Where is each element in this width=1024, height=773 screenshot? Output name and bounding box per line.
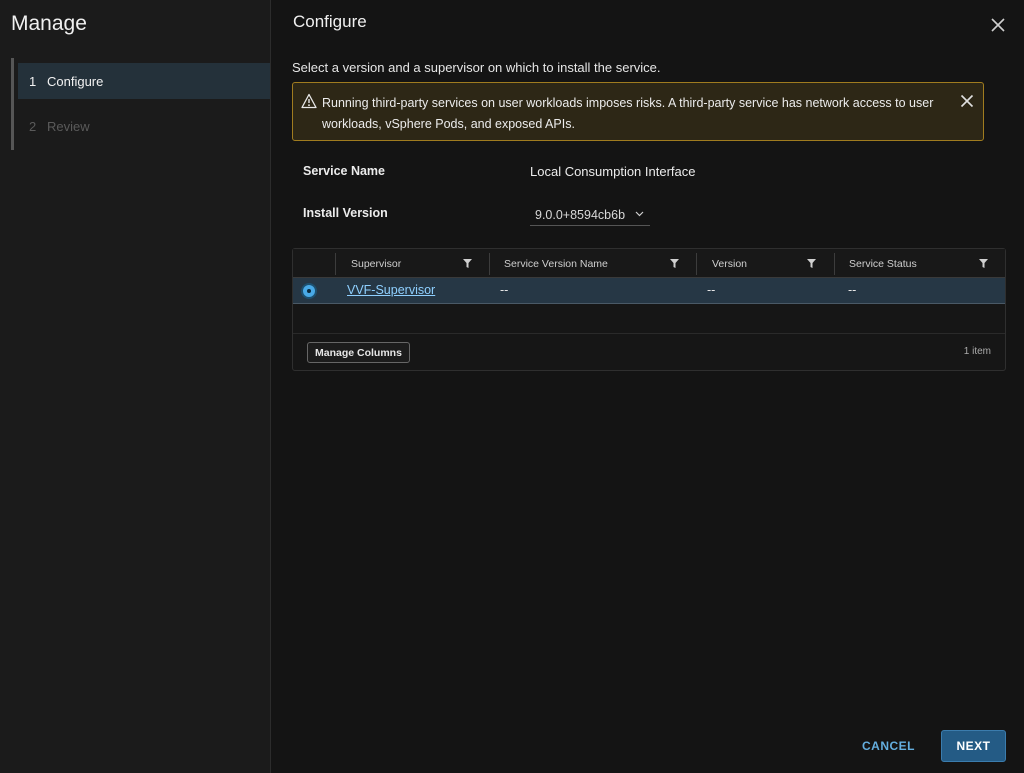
- filter-icon[interactable]: [670, 259, 679, 268]
- column-header-supervisor[interactable]: Supervisor: [351, 249, 401, 278]
- grid-header: Supervisor Service Version Name Version …: [293, 249, 1005, 278]
- cancel-button[interactable]: CANCEL: [862, 733, 915, 759]
- warning-alert: Running third-party services on user wor…: [292, 82, 984, 141]
- manage-columns-button[interactable]: Manage Columns: [307, 342, 410, 363]
- install-version-label: Install Version: [303, 206, 388, 220]
- wizard-main: Configure Select a version and a supervi…: [271, 0, 1024, 773]
- table-row[interactable]: VVF-Supervisor -- -- --: [293, 278, 1005, 304]
- step-number: 1: [29, 73, 37, 89]
- step-label: Configure: [47, 73, 104, 89]
- item-count: 1 item: [963, 346, 991, 357]
- next-button[interactable]: NEXT: [941, 730, 1006, 762]
- wizard-steps: 1 Configure 2 Review: [11, 58, 271, 150]
- step-number: 2: [29, 118, 37, 134]
- alert-close-icon[interactable]: [960, 94, 974, 108]
- page-title: Configure: [293, 12, 367, 31]
- service-name-label: Service Name: [303, 164, 386, 178]
- wizard-sidebar: Manage 1 Configure 2 Review: [0, 0, 271, 773]
- chevron-down-icon: [635, 211, 644, 217]
- version-cell: --: [707, 283, 716, 297]
- service-name-value: Local Consumption Interface: [530, 164, 696, 179]
- install-version-value: 9.0.0+8594cb6b: [535, 208, 626, 222]
- row-select-radio[interactable]: [301, 283, 317, 299]
- sidebar-title: Manage: [11, 12, 87, 35]
- filter-icon[interactable]: [807, 259, 816, 268]
- column-header-version[interactable]: Version: [712, 249, 747, 278]
- column-separator[interactable]: [489, 253, 490, 275]
- close-icon[interactable]: [990, 17, 1006, 33]
- filter-icon[interactable]: [979, 259, 988, 268]
- column-separator[interactable]: [696, 253, 697, 275]
- warning-icon: [301, 93, 317, 109]
- column-header-service-version-name[interactable]: Service Version Name: [504, 249, 608, 278]
- column-header-service-status[interactable]: Service Status: [849, 249, 917, 278]
- supervisor-link[interactable]: VVF-Supervisor: [347, 283, 435, 297]
- service-version-name-cell: --: [500, 283, 509, 297]
- filter-icon[interactable]: [463, 259, 472, 268]
- intro-text: Select a version and a supervisor on whi…: [292, 60, 661, 75]
- grid-footer: Manage Columns 1 item: [293, 333, 1005, 370]
- step-label: Review: [47, 118, 90, 134]
- column-separator[interactable]: [834, 253, 835, 275]
- step-configure[interactable]: 1 Configure: [18, 63, 270, 99]
- alert-text: Running third-party services on user wor…: [322, 96, 934, 131]
- step-review: 2 Review: [18, 108, 270, 144]
- supervisor-datagrid: Supervisor Service Version Name Version …: [292, 248, 1006, 371]
- service-status-cell: --: [848, 283, 857, 297]
- column-separator: [335, 253, 336, 275]
- install-version-select[interactable]: 9.0.0+8594cb6b: [530, 205, 650, 226]
